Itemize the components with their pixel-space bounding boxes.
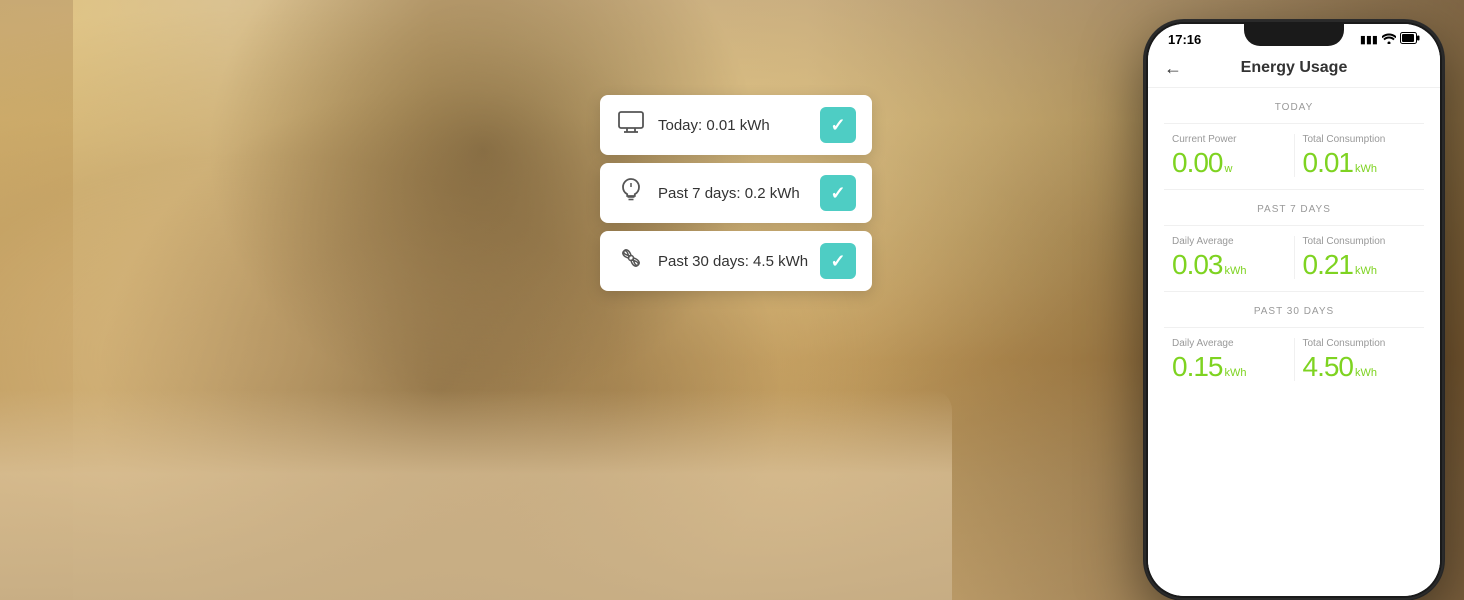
past30-total-label: Total Consumption (1303, 338, 1417, 349)
past7-daily-label: Daily Average (1172, 236, 1286, 247)
past30-daily-label: Daily Average (1172, 338, 1286, 349)
past7-total-box: Total Consumption 0.21 kWh (1295, 236, 1425, 279)
divider-1 (1164, 189, 1424, 190)
phone-container: 17:16 ▮▮▮ (1144, 20, 1444, 600)
today-total-box: Total Consumption 0.01 kWh (1295, 134, 1425, 177)
past7-stats-row: Daily Average 0.03 kWh Total Consumption… (1164, 225, 1424, 279)
app-title: Energy Usage (1241, 59, 1348, 77)
past30-total-value: 4.50 (1303, 353, 1354, 381)
past30-daily-value-row: 0.15 kWh (1172, 353, 1286, 381)
card-30days-check: ✓ (820, 243, 856, 279)
monitor-icon (616, 111, 646, 139)
past30-daily-unit: kWh (1225, 367, 1247, 379)
status-time: 17:16 (1168, 32, 1201, 47)
past7-total-label: Total Consumption (1303, 236, 1417, 247)
past30-section-label: PAST 30 DAYS (1164, 306, 1424, 317)
past30-stats-row: Daily Average 0.15 kWh Total Consumption… (1164, 327, 1424, 381)
card-7days-check: ✓ (820, 175, 856, 211)
card-today[interactable]: Today: 0.01 kWh ✓ (600, 95, 872, 155)
phone-screen[interactable]: 17:16 ▮▮▮ (1148, 24, 1440, 596)
current-power-label: Current Power (1172, 134, 1286, 145)
card-today-check: ✓ (820, 107, 856, 143)
today-total-unit: kWh (1355, 163, 1377, 175)
past7-total-value: 0.21 (1303, 251, 1354, 279)
phone-notch (1244, 24, 1344, 46)
card-30days[interactable]: Past 30 days: 4.5 kWh ✓ (600, 231, 872, 291)
past30-total-value-row: 4.50 kWh (1303, 353, 1417, 381)
today-total-value-row: 0.01 kWh (1303, 149, 1417, 177)
sofa-area (0, 0, 878, 600)
today-total-label: Total Consumption (1303, 134, 1417, 145)
back-button[interactable]: ← (1164, 58, 1182, 79)
wifi-icon (1382, 32, 1396, 47)
current-power-box: Current Power 0.00 w (1164, 134, 1295, 177)
today-section-label: TODAY (1164, 102, 1424, 113)
past7-daily-value: 0.03 (1172, 251, 1223, 279)
past7-total-unit: kWh (1355, 265, 1377, 277)
card-7days[interactable]: Past 7 days: 0.2 kWh ✓ (600, 163, 872, 223)
past7-daily-value-row: 0.03 kWh (1172, 251, 1286, 279)
status-icons: ▮▮▮ (1360, 32, 1420, 47)
signal-icon: ▮▮▮ (1360, 33, 1378, 46)
past30-total-unit: kWh (1355, 367, 1377, 379)
today-stats-row: Current Power 0.00 w Total Consumption 0… (1164, 123, 1424, 177)
current-power-value: 0.00 (1172, 149, 1223, 177)
current-power-unit: w (1225, 163, 1233, 175)
card-today-text: Today: 0.01 kWh (658, 117, 808, 134)
past7-daily-box: Daily Average 0.03 kWh (1164, 236, 1295, 279)
past30-daily-box: Daily Average 0.15 kWh (1164, 338, 1295, 381)
battery-icon (1400, 32, 1420, 47)
card-30days-text: Past 30 days: 4.5 kWh (658, 253, 808, 270)
card-7days-text: Past 7 days: 0.2 kWh (658, 185, 808, 202)
divider-2 (1164, 291, 1424, 292)
fan-icon (616, 245, 646, 277)
past30-daily-value: 0.15 (1172, 353, 1223, 381)
app-header: ← Energy Usage (1148, 51, 1440, 88)
floating-cards-container: Today: 0.01 kWh ✓ Past 7 days: 0.2 kWh ✓ (600, 95, 872, 291)
today-total-value: 0.01 (1303, 149, 1354, 177)
current-power-value-row: 0.00 w (1172, 149, 1286, 177)
bulb-icon (616, 177, 646, 209)
app-content[interactable]: TODAY Current Power 0.00 w Total Consump… (1148, 88, 1440, 596)
past7-daily-unit: kWh (1225, 265, 1247, 277)
phone-device: 17:16 ▮▮▮ (1144, 20, 1444, 600)
past30-total-box: Total Consumption 4.50 kWh (1295, 338, 1425, 381)
past7-section-label: PAST 7 DAYS (1164, 204, 1424, 215)
past7-total-value-row: 0.21 kWh (1303, 251, 1417, 279)
